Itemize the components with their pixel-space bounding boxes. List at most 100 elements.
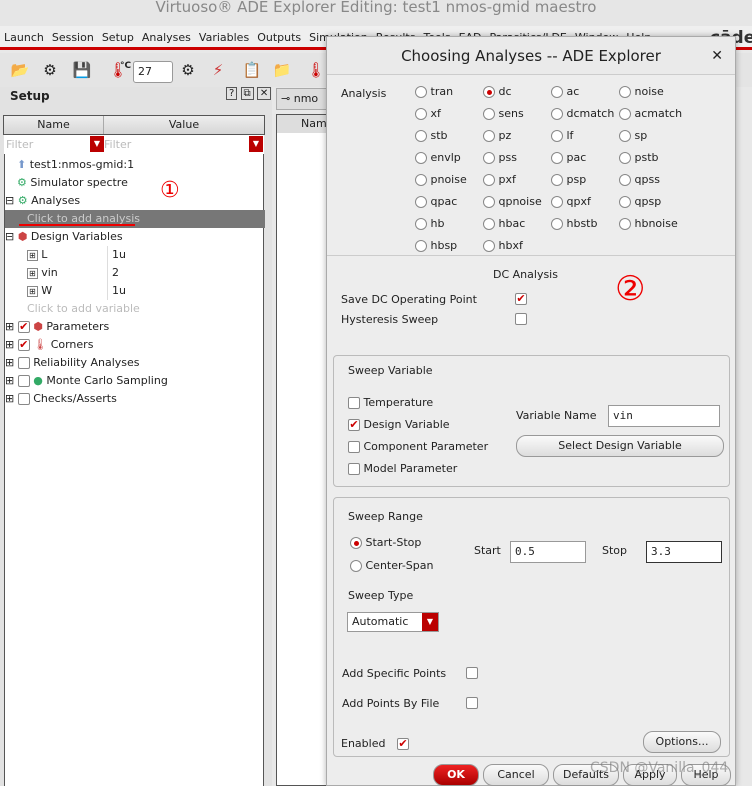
filter-row: Filter ▼ Filter ▼ xyxy=(4,135,264,154)
menu-analyses[interactable]: Analyses xyxy=(138,26,195,50)
variable-row[interactable]: ⊞ vin 2 xyxy=(27,264,257,282)
tree-item-simulator[interactable]: ⚙ Simulator spectre xyxy=(17,174,128,192)
options-button[interactable]: Options... xyxy=(643,731,721,753)
specific-points-checkbox[interactable] xyxy=(466,667,478,679)
tree-item-analyses[interactable]: ⊟ ⚙ Analyses xyxy=(5,192,80,210)
tree-item-checks-asserts[interactable]: ⊞ Checks/Asserts xyxy=(5,390,117,408)
analysis-radio-psp[interactable]: psp xyxy=(551,173,586,186)
filter-dropdown-icon[interactable]: ▼ xyxy=(90,136,104,152)
tree-item-design-variables[interactable]: ⊟ ⬢ Design Variables xyxy=(5,228,123,246)
analysis-radio-pnoise[interactable]: pnoise xyxy=(415,173,467,186)
analysis-radio-hb[interactable]: hb xyxy=(415,217,444,230)
float-icon[interactable]: ⧉ xyxy=(240,87,254,100)
analysis-radio-qpxf[interactable]: qpxf xyxy=(551,195,591,208)
close-icon[interactable]: ✕ xyxy=(256,87,272,100)
analysis-radio-tran[interactable]: tran xyxy=(415,85,453,98)
analysis-radio-hbsp[interactable]: hbsp xyxy=(415,239,457,252)
save-icon[interactable]: 💾 xyxy=(72,61,92,81)
column-value[interactable]: Value xyxy=(104,116,264,134)
model-parameter-option[interactable]: Model Parameter xyxy=(348,462,457,475)
menu-variables[interactable]: Variables xyxy=(195,26,253,50)
tree-item-reliability[interactable]: ⊞ Reliability Analyses xyxy=(5,354,140,372)
value-filter[interactable]: Filter xyxy=(104,138,131,151)
analysis-radio-qpnoise[interactable]: qpnoise xyxy=(483,195,542,208)
reliability-checkbox[interactable] xyxy=(17,357,30,369)
collapse-icon[interactable]: ⊟ xyxy=(5,194,14,207)
variable-row[interactable]: ⊞ W 1u xyxy=(27,282,257,300)
name-filter[interactable]: Filter xyxy=(6,138,33,151)
filter-dropdown-icon[interactable]: ▼ xyxy=(249,136,263,152)
analysis-radio-pz[interactable]: pz xyxy=(483,129,511,142)
variable-value[interactable]: 2 xyxy=(107,264,119,282)
analysis-radio-xf[interactable]: xf xyxy=(415,107,441,120)
tree-item-testbench[interactable]: ⬆ test1:nmos-gmid:1 xyxy=(17,156,134,174)
analysis-radio-acmatch[interactable]: acmatch xyxy=(619,107,682,120)
corners-checkbox[interactable]: ✔ xyxy=(17,339,30,351)
folder-icon[interactable]: 📁 xyxy=(272,61,292,81)
ok-button[interactable]: OK xyxy=(433,764,479,786)
analysis-radio-pac[interactable]: pac xyxy=(551,151,586,164)
points-by-file-checkbox[interactable] xyxy=(466,697,478,709)
analysis-radio-hbac[interactable]: hbac xyxy=(483,217,525,230)
analysis-radio-pxf[interactable]: pxf xyxy=(483,173,516,186)
model-files-icon[interactable]: ⚙ xyxy=(178,61,198,81)
variable-name-input[interactable]: vin xyxy=(608,405,720,427)
tree-item-parameters[interactable]: ⊞ ✔ ⬢ Parameters xyxy=(5,318,109,336)
menu-setup[interactable]: Setup xyxy=(98,26,138,50)
collapse-icon[interactable]: ⊟ xyxy=(5,230,14,243)
save-op-checkbox[interactable]: ✔ xyxy=(515,293,527,305)
sweep-type-select[interactable]: Automatic ▼ xyxy=(347,612,439,632)
analysis-radio-stb[interactable]: stb xyxy=(415,129,448,142)
analysis-radio-sens[interactable]: sens xyxy=(483,107,524,120)
analysis-radio-hbnoise[interactable]: hbnoise xyxy=(619,217,678,230)
stop-input[interactable]: 3.3 xyxy=(646,541,722,563)
cancel-button[interactable]: Cancel xyxy=(483,764,549,786)
probe-icon[interactable]: ⚡ xyxy=(208,61,228,81)
help-icon[interactable]: ? xyxy=(226,87,238,100)
menu-session[interactable]: Session xyxy=(48,26,98,50)
center-span-radio[interactable]: Center-Span xyxy=(350,559,433,572)
variable-row[interactable]: ⊞ L 1u xyxy=(27,246,257,264)
tree-item-corners[interactable]: ⊞ ✔ 🌡 Corners xyxy=(5,336,93,354)
analysis-radio-noise[interactable]: noise xyxy=(619,85,664,98)
variable-value[interactable]: 1u xyxy=(107,282,126,300)
menu-outputs[interactable]: Outputs xyxy=(253,26,305,50)
analysis-radio-pstb[interactable]: pstb xyxy=(619,151,659,164)
analysis-radio-dcmatch[interactable]: dcmatch xyxy=(551,107,614,120)
monte-carlo-checkbox[interactable] xyxy=(17,375,30,387)
variable-value[interactable]: 1u xyxy=(107,246,126,264)
analysis-radio-lf[interactable]: lf xyxy=(551,129,573,142)
parameters-checkbox[interactable]: ✔ xyxy=(17,321,30,333)
analysis-radio-envlp[interactable]: envlp xyxy=(415,151,461,164)
checks-checkbox[interactable] xyxy=(17,393,30,405)
analysis-radio-qpac[interactable]: qpac xyxy=(415,195,457,208)
start-stop-radio[interactable]: Start-Stop xyxy=(350,536,421,549)
temperature-input[interactable]: 27 xyxy=(133,61,173,83)
close-icon[interactable]: ✕ xyxy=(711,37,723,75)
analysis-label: Analysis xyxy=(341,87,387,100)
tree-item-monte-carlo[interactable]: ⊞ ● Monte Carlo Sampling xyxy=(5,372,168,390)
temperature-option[interactable]: Temperature xyxy=(348,396,433,409)
analysis-label: ac xyxy=(566,85,580,98)
analysis-radio-hbxf[interactable]: hbxf xyxy=(483,239,523,252)
design-variable-option[interactable]: ✔ Design Variable xyxy=(348,418,450,431)
temp-sweep-icon[interactable]: 🌡 xyxy=(306,61,326,81)
notes-icon[interactable]: 📋 xyxy=(242,61,262,81)
select-design-variable-button[interactable]: Select Design Variable xyxy=(516,435,724,457)
start-input[interactable]: 0.5 xyxy=(510,541,586,563)
open-icon[interactable]: ⚙ xyxy=(40,61,60,81)
analysis-radio-pss[interactable]: pss xyxy=(483,151,517,164)
hysteresis-checkbox[interactable] xyxy=(515,313,527,325)
analysis-radio-ac[interactable]: ac xyxy=(551,85,579,98)
analysis-radio-hbstb[interactable]: hbstb xyxy=(551,217,597,230)
enabled-checkbox[interactable]: ✔ xyxy=(397,738,409,750)
component-parameter-option[interactable]: Component Parameter xyxy=(348,440,488,453)
add-variable-row[interactable]: Click to add variable xyxy=(27,300,140,318)
launch-icon[interactable]: 📂 xyxy=(10,61,30,81)
analysis-radio-qpsp[interactable]: qpsp xyxy=(619,195,661,208)
analysis-radio-sp[interactable]: sp xyxy=(619,129,647,142)
analysis-radio-qpss[interactable]: qpss xyxy=(619,173,660,186)
menu-launch[interactable]: Launch xyxy=(0,26,48,50)
analysis-radio-dc[interactable]: dc xyxy=(483,85,512,98)
column-name[interactable]: Name xyxy=(4,116,104,134)
